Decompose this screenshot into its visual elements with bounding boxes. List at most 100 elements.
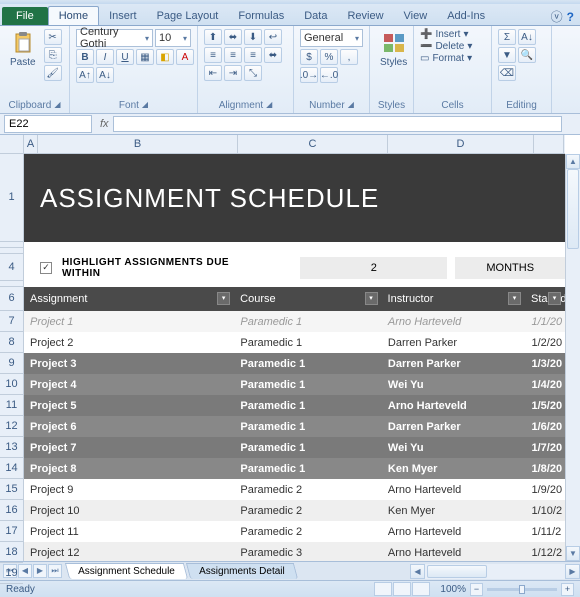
tab-data[interactable]: Data (294, 7, 337, 25)
sheet-tab-active[interactable]: Assignment Schedule (65, 563, 188, 579)
paste-button[interactable]: Paste (6, 29, 40, 70)
table-header[interactable]: Course▾ (234, 287, 381, 311)
tab-file[interactable]: File (2, 7, 48, 25)
table-header[interactable]: Assignment▾ (24, 287, 234, 311)
row-header[interactable]: 6 (0, 287, 23, 311)
row-header[interactable]: 13 (0, 437, 23, 458)
filter-dropdown-icon[interactable]: ▾ (365, 292, 378, 305)
dialog-launcher-icon[interactable]: ◢ (348, 100, 354, 111)
zoom-level[interactable]: 100% (440, 584, 466, 595)
decrease-indent-button[interactable]: ⇤ (204, 65, 222, 81)
table-cell[interactable]: Project 11 (24, 526, 234, 538)
hscroll-thumb[interactable] (427, 565, 487, 578)
sort-button[interactable]: A↓ (518, 29, 536, 45)
name-box[interactable]: E22 (4, 115, 92, 133)
tab-view[interactable]: View (394, 7, 438, 25)
italic-button[interactable]: I (96, 49, 114, 65)
decrease-decimal-button[interactable]: ←.0 (320, 67, 338, 83)
table-cell[interactable]: Project 2 (24, 337, 234, 349)
table-row[interactable]: Project 12Paramedic 3Arno Harteveld1/12/… (24, 542, 565, 561)
scroll-right-icon[interactable]: ▶ (565, 564, 580, 579)
row-header[interactable]: 1 (0, 154, 23, 242)
table-cell[interactable]: Paramedic 1 (234, 442, 382, 454)
table-cell[interactable]: Project 5 (24, 400, 234, 412)
tab-page-layout[interactable]: Page Layout (147, 7, 229, 25)
table-cell[interactable]: Darren Parker (382, 421, 526, 433)
table-row[interactable]: Project 8Paramedic 1Ken Myer1/8/20 (24, 458, 565, 479)
delete-cells-button[interactable]: ➖Delete ▾ (420, 41, 472, 52)
help-icon[interactable]: ? (567, 10, 574, 24)
table-header[interactable]: Instructor▾ (382, 287, 525, 311)
table-cell[interactable]: Wei Yu (382, 379, 526, 391)
underline-button[interactable]: U (116, 49, 134, 65)
scroll-up-icon[interactable]: ▲ (566, 154, 580, 169)
dialog-launcher-icon[interactable]: ◢ (54, 100, 60, 111)
table-cell[interactable]: 1/3/20 (526, 358, 566, 370)
formula-bar[interactable] (113, 116, 562, 132)
increase-indent-button[interactable]: ⇥ (224, 65, 242, 81)
table-row[interactable]: Project 7Paramedic 1Wei Yu1/7/20 (24, 437, 565, 458)
column-header[interactable] (534, 135, 564, 153)
grow-font-button[interactable]: A↑ (76, 67, 94, 83)
tab-insert[interactable]: Insert (99, 7, 147, 25)
comma-button[interactable]: , (340, 49, 358, 65)
cut-button[interactable]: ✂ (44, 29, 62, 45)
normal-view-button[interactable] (374, 582, 392, 596)
table-cell[interactable]: Paramedic 1 (234, 463, 382, 475)
zoom-slider[interactable] (487, 588, 557, 591)
table-row[interactable]: Project 10Paramedic 2Ken Myer1/10/2 (24, 500, 565, 521)
table-cell[interactable]: 1/9/20 (526, 484, 566, 496)
table-cell[interactable]: Paramedic 3 (234, 547, 382, 559)
table-cell[interactable]: Paramedic 2 (234, 505, 382, 517)
zoom-in-button[interactable]: + (561, 583, 574, 596)
filter-unit[interactable]: MONTHS (455, 257, 565, 279)
table-cell[interactable]: Darren Parker (382, 337, 526, 349)
format-painter-button[interactable]: 🖌 (44, 65, 62, 81)
bold-button[interactable]: B (76, 49, 94, 65)
table-cell[interactable]: 1/1/20 (526, 316, 566, 328)
tab-formulas[interactable]: Formulas (228, 7, 294, 25)
tab-review[interactable]: Review (337, 7, 393, 25)
align-left-button[interactable]: ≡ (204, 47, 222, 63)
page-break-view-button[interactable] (412, 582, 430, 596)
row-header[interactable]: 9 (0, 353, 23, 374)
table-cell[interactable]: 1/6/20 (526, 421, 566, 433)
select-all-corner[interactable] (0, 135, 24, 154)
table-cell[interactable]: Paramedic 1 (234, 379, 382, 391)
table-cell[interactable]: 1/12/2 (526, 547, 566, 559)
row-header[interactable]: 8 (0, 332, 23, 353)
dialog-launcher-icon[interactable]: ◢ (142, 100, 148, 111)
row-header[interactable]: 15 (0, 479, 23, 500)
table-row[interactable]: Project 1Paramedic 1Arno Harteveld1/1/20 (24, 311, 565, 332)
table-cell[interactable]: Project 10 (24, 505, 234, 517)
cell-styles-button[interactable]: Styles (376, 29, 411, 70)
shrink-font-button[interactable]: A↓ (96, 67, 114, 83)
table-cell[interactable]: Project 3 (24, 358, 234, 370)
row-header[interactable]: 7 (0, 311, 23, 332)
orientation-button[interactable]: ⤡ (244, 65, 262, 81)
table-cell[interactable]: Project 9 (24, 484, 234, 496)
dialog-launcher-icon[interactable]: ◢ (266, 100, 272, 111)
table-cell[interactable]: 1/10/2 (526, 505, 566, 517)
table-cell[interactable]: 1/7/20 (526, 442, 566, 454)
horizontal-scrollbar[interactable]: ◀ ▶ (410, 564, 580, 579)
table-row[interactable]: Project 9Paramedic 2Arno Harteveld1/9/20 (24, 479, 565, 500)
table-cell[interactable]: Ken Myer (382, 463, 526, 475)
zoom-out-button[interactable]: − (470, 583, 483, 596)
table-row[interactable]: Project 6Paramedic 1Darren Parker1/6/20 (24, 416, 565, 437)
number-format-combo[interactable]: General▾ (300, 29, 363, 47)
table-cell[interactable]: Paramedic 1 (234, 358, 382, 370)
row-header[interactable]: 12 (0, 416, 23, 437)
table-cell[interactable]: 1/11/2 (526, 526, 566, 538)
table-cell[interactable]: Darren Parker (382, 358, 526, 370)
table-cell[interactable]: Paramedic 1 (234, 400, 382, 412)
table-row[interactable]: Project 5Paramedic 1Arno Harteveld1/5/20 (24, 395, 565, 416)
table-cell[interactable]: Arno Harteveld (382, 547, 526, 559)
column-header[interactable]: C (238, 135, 388, 153)
table-cell[interactable]: Project 4 (24, 379, 234, 391)
column-header[interactable]: A (24, 135, 38, 153)
table-cell[interactable]: Arno Harteveld (382, 400, 526, 412)
scroll-down-icon[interactable]: ▼ (566, 546, 580, 561)
table-header[interactable]: Started▾ (525, 287, 565, 311)
row-header[interactable]: 17 (0, 521, 23, 542)
